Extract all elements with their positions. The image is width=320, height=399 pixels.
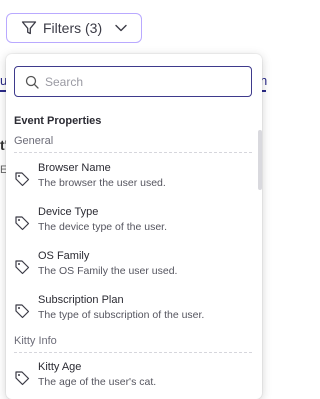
filters-button-label: Filters (3) [43,20,103,36]
property-name: Browser Name [38,162,111,174]
chevron-down-icon [115,24,127,32]
search-icon [25,75,39,89]
property-item-device-type[interactable]: Device Type The device type of the user. [6,204,254,244]
property-description: The type of subscription of the user. [38,309,205,321]
group-label-general: General [14,135,54,147]
property-description: The device type of the user. [38,221,167,233]
property-item-browser-name[interactable]: Browser Name The browser the user used. [6,160,254,200]
property-description: The OS Family the user used. [38,265,178,277]
tag-icon [15,371,30,386]
funnel-icon [21,21,37,35]
search-input[interactable] [45,74,225,89]
property-description: The age of the user's cat. [38,376,157,388]
tag-icon [15,304,30,319]
property-item-os-family[interactable]: OS Family The OS Family the user used. [6,248,254,288]
section-title: Event Properties [14,115,102,127]
tag-icon [15,260,30,275]
property-name: Kitty Age [38,361,82,373]
tag-icon [15,216,30,231]
property-name: Device Type [38,206,99,218]
group-label-kitty-info: Kitty Info [14,335,57,347]
property-description: The browser the user used. [38,177,166,189]
group-divider [14,152,252,153]
property-item-kitty-age[interactable]: Kitty Age The age of the user's cat. [6,359,254,399]
property-name: OS Family [38,250,90,262]
filters-button[interactable]: Filters (3) [6,13,142,43]
group-divider [14,352,252,353]
tag-icon [15,172,30,187]
search-box[interactable] [14,66,252,97]
scrollbar-thumb[interactable] [258,130,262,190]
property-item-subscription-plan[interactable]: Subscription Plan The type of subscripti… [6,292,254,332]
filters-dropdown-panel: Event Properties General Browser Name Th… [6,54,262,399]
property-name: Subscription Plan [38,294,124,306]
